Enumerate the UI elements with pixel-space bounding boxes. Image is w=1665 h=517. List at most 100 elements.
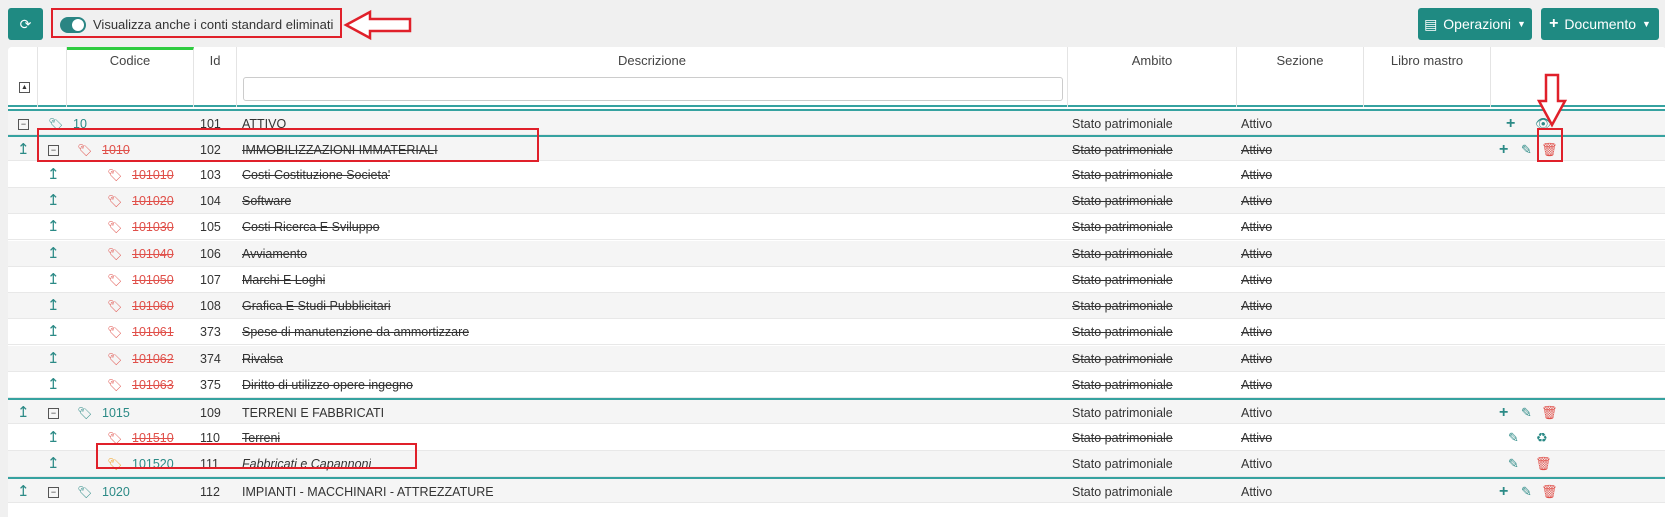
cell-descrizione: Marchi E Loghi <box>242 272 326 287</box>
table-row[interactable]: ↥ 🏷 101062 374 Rivalsa Stato patrimoniale Atti… <box>8 345 1665 372</box>
cell-codice: 101020 <box>132 193 174 208</box>
cell-ambito: Stato patrimoniale <box>1072 485 1173 500</box>
header-libro-mastro[interactable]: Libro mastro <box>1364 47 1491 107</box>
cell-sezione: Attivo <box>1241 456 1273 471</box>
collapse-icon[interactable]: − <box>18 119 29 130</box>
cell-id: 109 <box>200 406 221 421</box>
move-up-icon[interactable]: ↥ <box>47 293 60 319</box>
move-up-icon[interactable]: ↥ <box>47 241 60 267</box>
cell-ambito: Stato patrimoniale <box>1072 299 1173 314</box>
plus-icon[interactable]: + <box>1499 137 1508 163</box>
cell-id: 374 <box>200 351 221 366</box>
annotation-arrow-left <box>343 9 412 41</box>
move-up-icon[interactable]: ↥ <box>47 188 60 214</box>
cell-ambito: Stato patrimoniale <box>1072 193 1173 208</box>
collapse-icon[interactable]: − <box>48 487 59 499</box>
cell-descrizione: Costi Ricerca E Sviluppo <box>242 220 380 235</box>
cell-codice: 101040 <box>132 246 174 261</box>
cell-codice: 1020 <box>102 485 130 500</box>
cell-sezione: Attivo <box>1241 299 1273 314</box>
header-descrizione-label: Descrizione <box>618 53 686 68</box>
annotation-arrow-down <box>1536 73 1568 128</box>
header-ambito[interactable]: Ambito <box>1068 47 1237 107</box>
table-row[interactable]: ↥ 🏷 101020 104 Software Stato patrimoniale Att… <box>8 187 1665 214</box>
move-up-icon[interactable]: ↥ <box>47 372 60 398</box>
move-up-icon[interactable]: ↥ <box>47 214 60 240</box>
tag-icon: 🏷 <box>107 246 123 261</box>
table-row[interactable]: ↥ 🏷 101061 373 Spese di manutenzione da ammo… <box>8 319 1665 346</box>
move-up-icon[interactable]: ↥ <box>17 479 30 505</box>
cell-descrizione: Rivalsa <box>242 351 283 366</box>
tag-icon: 🏷 <box>107 220 123 235</box>
operazioni-label: Operazioni <box>1443 16 1511 32</box>
plus-icon[interactable]: + <box>1499 400 1508 426</box>
header-sezione[interactable]: Sezione <box>1237 47 1364 107</box>
table-row[interactable]: ↥ − 🏷 1015 109 TERRENI E FABBRICATI Stato patr… <box>8 398 1665 426</box>
table-row[interactable]: ↥ 🏷 101060 108 Grafica E Studi Pubblicitari S… <box>8 293 1665 320</box>
cell-id: 106 <box>200 246 221 261</box>
move-up-icon[interactable]: ↥ <box>17 400 30 426</box>
cell-sezione: Attivo <box>1241 406 1273 421</box>
move-up-icon[interactable]: ↥ <box>47 451 60 477</box>
collapse-all-icon[interactable]: ▲ <box>19 82 30 93</box>
move-up-icon[interactable]: ↥ <box>47 346 60 372</box>
cell-codice: 101062 <box>132 351 174 366</box>
cell-descrizione: IMPIANTI - MACCHINARI - ATTREZZATURE <box>242 485 494 500</box>
plus-icon[interactable]: + <box>1499 479 1508 505</box>
cell-codice: 1015 <box>102 406 130 421</box>
trash-icon[interactable]: 🗑 <box>1541 479 1558 505</box>
tag-icon: 🏷 <box>107 325 123 340</box>
trash-restore-icon[interactable]: ♻ <box>1536 425 1548 451</box>
annotation-box-deleted-row <box>37 128 539 162</box>
trash-icon[interactable]: 🗑 <box>1535 451 1552 477</box>
cell-sezione: Attivo <box>1241 325 1273 340</box>
annotation-box-toggle <box>51 8 342 38</box>
documento-label: Documento <box>1564 16 1636 32</box>
edit-icon[interactable]: ✎ <box>1508 451 1519 477</box>
cell-codice: 101061 <box>132 325 174 340</box>
cell-sezione: Attivo <box>1241 485 1273 500</box>
refresh-icon: ⟳ <box>19 15 32 32</box>
table-row[interactable]: ↥ − 🏷 1020 112 IMPIANTI - MACCHINARI - ATTREZ… <box>8 477 1665 505</box>
header-codice[interactable]: Codice <box>67 47 194 107</box>
tag-icon: 🏷 <box>107 351 123 366</box>
cell-id: 112 <box>200 485 220 500</box>
plus-icon[interactable]: + <box>1506 111 1515 137</box>
edit-icon[interactable]: ✎ <box>1521 400 1532 426</box>
documento-button[interactable]: + Documento ▼ <box>1541 8 1659 40</box>
table-row[interactable]: ↥ 🏷 101040 106 Avviamento Stato patrimoniale A… <box>8 240 1665 267</box>
cell-descrizione: Diritto di utilizzo opere ingegno <box>242 378 413 392</box>
table-row[interactable]: ↥ 🏷 101063 375 Diritto di utilizzo opere ing… <box>8 372 1665 398</box>
edit-icon[interactable]: ✎ <box>1508 425 1519 451</box>
annotation-box-restored-row <box>96 443 417 469</box>
cell-descrizione: Spese di manutenzione da ammortizzare <box>242 325 470 340</box>
cell-sezione: Attivo <box>1241 430 1273 445</box>
trash-icon[interactable]: 🗑 <box>1541 400 1558 426</box>
move-up-icon[interactable]: ↥ <box>47 162 60 188</box>
move-up-icon[interactable]: ↥ <box>47 319 60 345</box>
table-row[interactable]: ↥ 🏷 101030 105 Costi Ricerca E Sviluppo Stato… <box>8 214 1665 241</box>
caret-down-icon: ▼ <box>1517 19 1526 29</box>
cell-codice: 101063 <box>132 378 174 392</box>
edit-icon[interactable]: ✎ <box>1521 479 1532 505</box>
descrizione-filter-input[interactable] <box>243 77 1063 101</box>
collapse-icon[interactable]: − <box>48 408 59 420</box>
operazioni-button[interactable]: ▤ Operazioni ▼ <box>1418 8 1532 40</box>
annotation-box-restore-button <box>1537 128 1563 162</box>
refresh-button[interactable]: ⟳ <box>8 8 43 40</box>
move-up-icon[interactable]: ↥ <box>17 137 30 163</box>
edit-icon[interactable]: ✎ <box>1521 137 1532 163</box>
move-up-icon[interactable]: ↥ <box>47 425 60 451</box>
header-descrizione[interactable]: Descrizione <box>237 47 1068 107</box>
table-row[interactable]: ↥ 🏷 101050 107 Marchi E Loghi Stato patrimoni… <box>8 267 1665 293</box>
table-row[interactable]: ↥ 🏷 101010 103 Costi Costituzione Societa' St… <box>8 162 1665 188</box>
header-id[interactable]: Id <box>194 47 237 107</box>
cell-ambito: Stato patrimoniale <box>1072 325 1173 340</box>
move-up-icon[interactable]: ↥ <box>47 267 60 293</box>
cell-sezione: Attivo <box>1241 193 1273 208</box>
cell-ambito: Stato patrimoniale <box>1072 220 1173 235</box>
cell-sezione: Attivo <box>1241 143 1273 158</box>
tag-icon: 🏷 <box>107 378 123 392</box>
cell-id: 108 <box>200 299 221 314</box>
cell-sezione: Attivo <box>1241 167 1273 182</box>
